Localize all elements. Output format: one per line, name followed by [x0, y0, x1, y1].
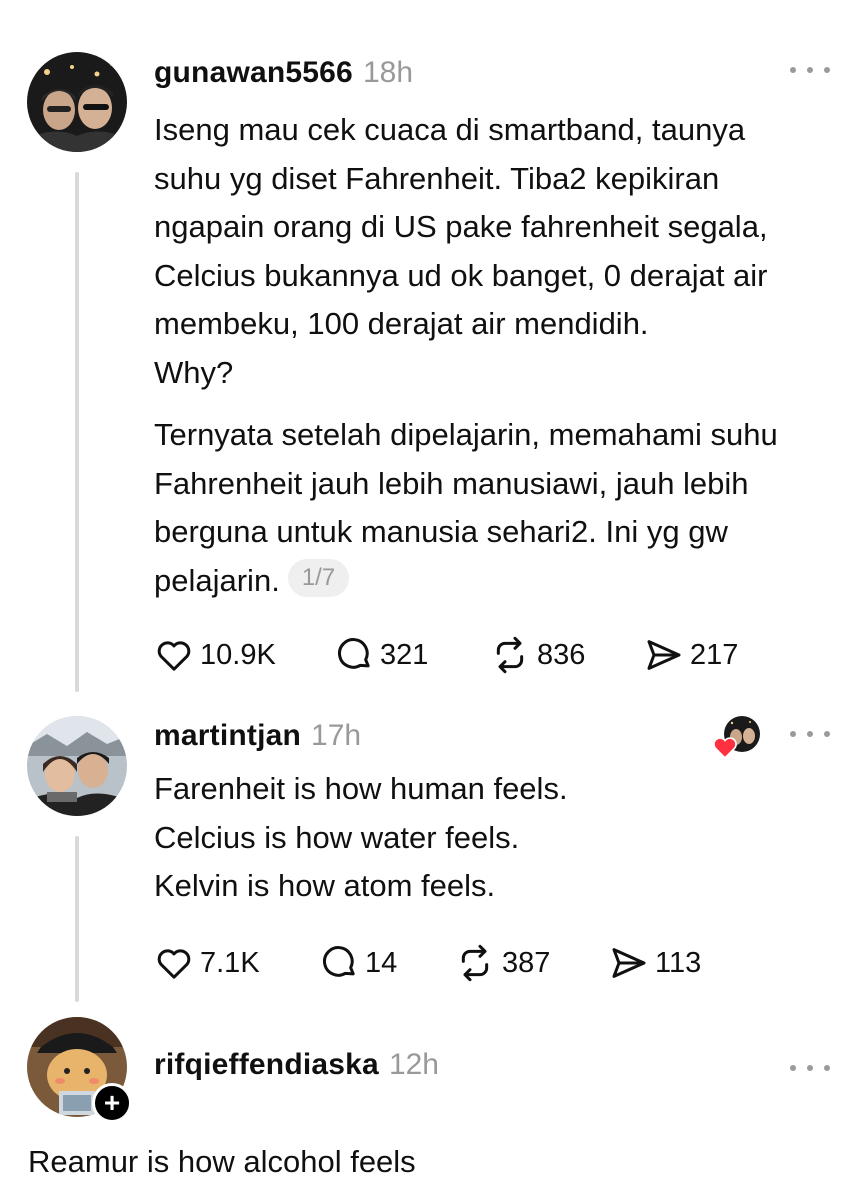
username[interactable]: rifqieffendiaska: [154, 1048, 379, 1082]
like-count: 10.9K: [200, 638, 276, 671]
thread-line: [75, 836, 79, 1002]
repost-icon: [496, 636, 524, 674]
share-count: 217: [690, 638, 739, 671]
post-text: Farenheit is how human feels. Celcius is…: [154, 765, 794, 911]
post-header: gunawan5566 18h: [154, 56, 413, 90]
post-text: Reamur is how alcohol feels: [28, 1144, 416, 1179]
repost-count: 387: [502, 946, 551, 979]
repost-icon: [461, 944, 489, 982]
text-line: membeku, 100 derajat air mendidih.: [154, 306, 649, 341]
text-line: Farenheit is how human feels.: [154, 771, 568, 806]
heart-icon: [157, 641, 191, 671]
comment-icon: [338, 638, 370, 669]
timestamp: 18h: [362, 56, 414, 89]
share-count: 113: [655, 946, 702, 979]
reply-count: 14: [365, 946, 398, 979]
send-icon: [612, 948, 646, 978]
timestamp: 12h: [388, 1048, 439, 1081]
action-bar: 7.1K 14 387 113: [154, 943, 701, 983]
comment-icon: [323, 946, 355, 977]
text-line: suhu yg diset Fahrenheit. Tiba2 kepikira…: [154, 160, 720, 196]
username[interactable]: gunawan5566: [154, 56, 353, 90]
text-line: Ternyata setelah dipelajarin, memahami s…: [154, 417, 778, 452]
plus-icon: +: [103, 1087, 121, 1118]
follow-button[interactable]: +: [92, 1083, 132, 1123]
text-line: Iseng mau cek cuaca di smartband, taunya: [154, 112, 746, 147]
repost-count: 836: [537, 638, 586, 671]
more-dots-icon[interactable]: [790, 60, 830, 80]
avatar-martintjan[interactable]: [27, 716, 127, 816]
share-button[interactable]: 217: [644, 635, 738, 675]
action-bar: 10.9K 321 836 217: [154, 635, 738, 675]
thread-page-indicator[interactable]: 1/7: [287, 559, 350, 598]
more-dots-icon[interactable]: [790, 724, 830, 744]
heart-icon: [157, 949, 191, 979]
text-line: Celcius is how water feels.: [154, 819, 520, 855]
share-button[interactable]: 113: [609, 943, 701, 983]
like-button[interactable]: 10.9K: [154, 635, 334, 675]
text-line: berguna untuk manusia sehari2. Ini yg gw: [154, 514, 728, 549]
thread-line: [75, 172, 79, 692]
send-icon: [647, 640, 681, 670]
username[interactable]: martintjan: [154, 719, 301, 753]
reply-button[interactable]: 14: [319, 943, 454, 983]
text-line: Why?: [154, 354, 234, 390]
like-count: 7.1K: [200, 946, 260, 979]
timestamp: 17h: [311, 719, 362, 752]
more-dots-icon[interactable]: [790, 1058, 830, 1078]
reply-count: 321: [380, 638, 429, 671]
reply-button[interactable]: 321: [334, 635, 489, 675]
text-line: ngapain orang di US pake fahrenheit sega…: [154, 209, 768, 244]
heart-icon: [713, 737, 737, 759]
avatar-gunawan5566[interactable]: [27, 52, 127, 152]
text-line: Fahrenheit jauh lebih manusiawi, jauh le…: [154, 465, 749, 501]
post-text: Iseng mau cek cuaca di smartband, taunya…: [154, 106, 854, 605]
post-header: martintjan 17h: [154, 719, 361, 753]
text-line: Celcius bukannya ud ok banget, 0 derajat…: [154, 257, 768, 293]
post-header: rifqieffendiaska 12h: [154, 1048, 439, 1082]
repost-button[interactable]: 387: [454, 943, 609, 983]
like-button[interactable]: 7.1K: [154, 943, 319, 983]
text-line: pelajarin.: [154, 562, 280, 598]
text-line: Kelvin is how atom feels.: [154, 868, 496, 903]
repost-button[interactable]: 836: [489, 635, 644, 675]
